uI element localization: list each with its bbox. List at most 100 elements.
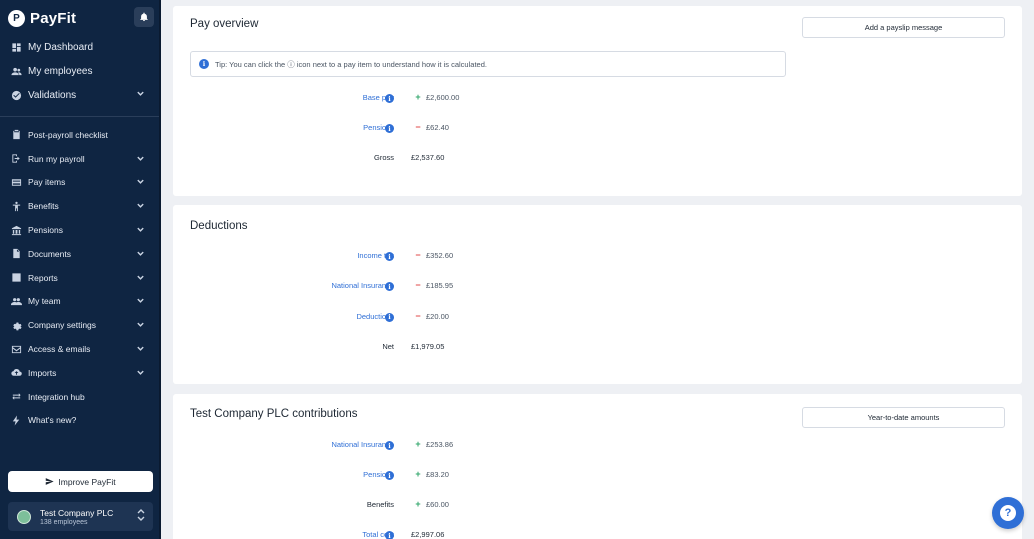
chevron-down-icon[interactable] — [136, 269, 145, 287]
pay-item-label: Net — [382, 341, 394, 351]
card-icon — [11, 177, 22, 188]
year-to-date-amounts-button[interactable]: Year-to-date amounts — [802, 407, 1005, 428]
total-row: Total cost i £2,997.06 — [173, 530, 573, 539]
sidebar-item-label: My Dashboard — [28, 42, 94, 54]
sidebar-item-documents[interactable]: Documents — [0, 242, 159, 266]
sidebar-item-my-employees[interactable]: My employees — [0, 60, 159, 84]
sidebar-item-pensions[interactable]: Pensions — [0, 218, 159, 242]
dashboard-icon — [11, 42, 22, 53]
sidebar: P PayFit My Dashboard My employees Validat… — [0, 0, 161, 539]
pay-item-amount: £253.86 — [426, 440, 454, 449]
sidebar-item-pay-items[interactable]: Pay items — [0, 171, 159, 195]
info-icon: i — [199, 59, 209, 69]
chevron-down-icon[interactable] — [136, 173, 145, 191]
sidebar-item-label: What's new? — [28, 415, 77, 426]
sidebar-item-label: Imports — [28, 367, 57, 378]
contributions-card: Test Company PLC contributions Year-to-d… — [173, 394, 1022, 539]
chevron-down-icon[interactable] — [136, 316, 145, 334]
run-icon — [11, 153, 22, 164]
logo[interactable]: P PayFit — [8, 7, 154, 29]
pay-item-row: Base pay i + £2,600.00 — [173, 92, 573, 105]
sidebar-item-label: Pay items — [28, 177, 66, 188]
sidebar-item-label: Access & emails — [28, 344, 91, 355]
sidebar-item-access-emails[interactable]: Access & emails — [0, 337, 159, 361]
sidebar-secondary-nav: Post-payroll checklist Run my payroll Pay … — [0, 123, 159, 432]
chevron-down-icon[interactable] — [136, 197, 145, 215]
sidebar-item-company-settings[interactable]: Company settings — [0, 313, 159, 337]
company-avatar — [17, 509, 31, 524]
sidebar-item-my-dashboard[interactable]: My Dashboard — [0, 36, 159, 60]
pay-item-row: Pensions i − £62.40 — [173, 122, 573, 135]
pay-item-label: Benefits — [366, 500, 394, 509]
notifications-button[interactable] — [134, 7, 154, 27]
chevron-down-icon[interactable] — [136, 221, 145, 239]
help-button[interactable]: ? — [992, 497, 1024, 529]
question-mark-icon: ? — [1000, 505, 1016, 521]
improve-payfit-label: Improve PayFit — [58, 476, 116, 487]
pay-item-row: National Insurance i − £185.95 — [173, 280, 573, 293]
info-icon[interactable]: i — [385, 94, 394, 103]
pay-item-amount: £185.95 — [426, 281, 454, 291]
info-icon[interactable]: i — [385, 124, 394, 133]
sidebar-item-label: Run my payroll — [28, 153, 85, 164]
total-amount: £2,537.60 — [411, 153, 445, 162]
tip-text: Tip: You can click the ⓘ icon next to a … — [215, 59, 487, 69]
minus-icon: − — [415, 310, 421, 321]
sidebar-item-post-payroll-checklist[interactable]: Post-payroll checklist — [0, 123, 159, 147]
cloud-upload-icon — [11, 367, 22, 378]
info-icon[interactable]: i — [385, 531, 394, 539]
sidebar-item-run-my-payroll[interactable]: Run my payroll — [0, 147, 159, 171]
pay-item-amount: £2,600.00 — [426, 93, 460, 102]
pay-item-amount: £62.40 — [426, 123, 449, 132]
bell-icon — [140, 12, 148, 22]
chevron-down-icon[interactable] — [136, 292, 145, 310]
users-icon — [11, 66, 22, 77]
chevron-down-icon[interactable] — [136, 364, 145, 382]
pay-item-row: Income tax i − £352.60 — [173, 250, 573, 263]
minus-icon: − — [415, 122, 421, 132]
sidebar-item-validations[interactable]: Validations — [0, 84, 159, 108]
pay-item-label: Gross — [373, 153, 394, 162]
pay-item-amount: £60.00 — [426, 500, 449, 509]
contributions-title: Test Company PLC contributions — [190, 408, 358, 420]
minus-icon: − — [415, 250, 421, 260]
pay-overview-card: Pay overview Add a payslip message i Tip… — [173, 6, 1022, 196]
total-amount: £2,997.06 — [411, 530, 445, 539]
chevron-down-icon[interactable] — [136, 89, 145, 101]
total-row: Net £1,979.05 — [173, 342, 573, 354]
sidebar-item-integration-hub[interactable]: Integration hub — [0, 385, 159, 409]
payfit-logo-icon: P — [8, 9, 25, 27]
report-icon — [11, 272, 22, 283]
sidebar-item-label: Benefits — [28, 201, 59, 212]
chevron-down-icon[interactable] — [136, 150, 145, 168]
chevron-down-icon[interactable] — [136, 340, 145, 358]
gear-icon — [11, 320, 22, 331]
sidebar-item-reports[interactable]: Reports — [0, 266, 159, 290]
sidebar-item-label: Validations — [28, 89, 77, 101]
sidebar-item-imports[interactable]: Imports — [0, 361, 159, 385]
sidebar-item-what-s-new[interactable]: What's new? — [0, 409, 159, 433]
info-icon[interactable]: i — [385, 471, 394, 480]
info-icon[interactable]: i — [385, 312, 394, 322]
document-icon — [11, 248, 22, 259]
sidebar-item-my-team[interactable]: My team — [0, 290, 159, 314]
add-payslip-message-button[interactable]: Add a payslip message — [802, 17, 1005, 38]
chevron-down-icon[interactable] — [136, 245, 145, 263]
sidebar-primary-nav: My Dashboard My employees Validations — [0, 36, 159, 107]
send-icon — [46, 478, 55, 485]
bank-icon — [11, 225, 22, 236]
pay-overview-title: Pay overview — [190, 18, 259, 30]
info-icon[interactable]: i — [385, 252, 394, 261]
pay-item-row: Deductions i − £20.00 — [173, 310, 573, 324]
sidebar-item-benefits[interactable]: Benefits — [0, 194, 159, 218]
total-amount: £1,979.05 — [411, 341, 445, 351]
improve-payfit-button[interactable]: Improve PayFit — [8, 471, 153, 492]
sidebar-divider — [0, 116, 159, 117]
plus-icon: + — [415, 499, 421, 509]
company-switcher[interactable]: Test Company PLC 138 employees — [8, 502, 153, 531]
pay-item-row: Pensions i + £83.20 — [173, 469, 573, 482]
person-icon — [11, 201, 22, 212]
pay-item-amount: £83.20 — [426, 470, 449, 479]
updown-chevron-icon — [137, 508, 153, 526]
info-icon[interactable]: i — [385, 441, 394, 450]
